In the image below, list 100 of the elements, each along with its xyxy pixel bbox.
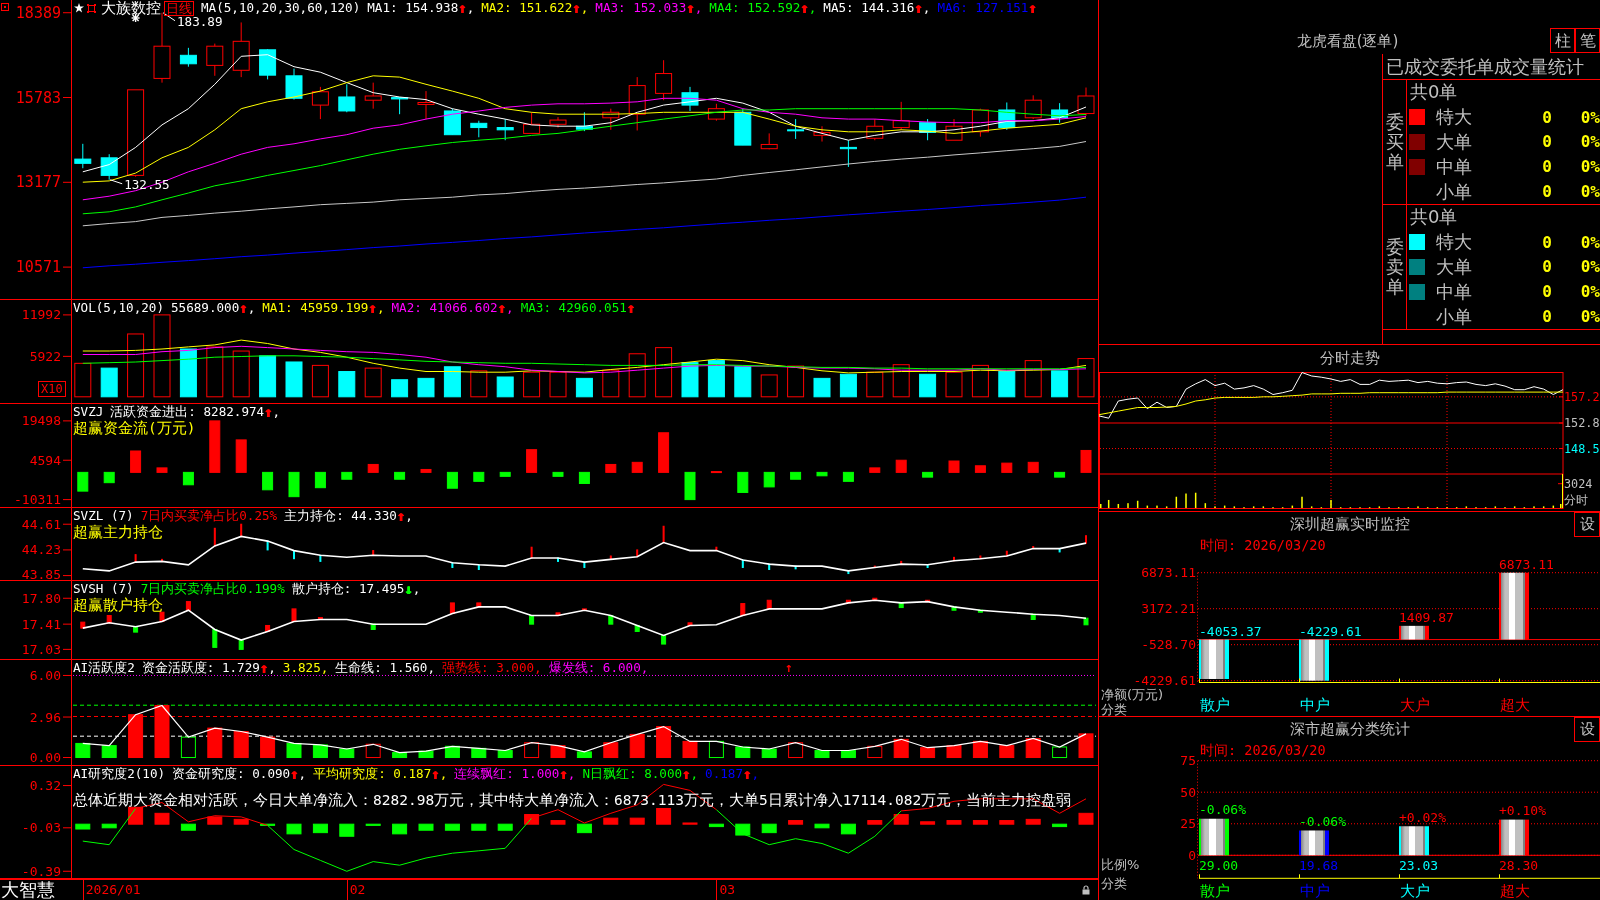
separator: ,	[247, 300, 256, 316]
indicator-text: MA(5,10,20,30,60,120)	[201, 0, 361, 16]
order-count: 0	[1541, 182, 1553, 202]
date-label: 2026/01	[82, 880, 141, 900]
axis-label: 17.41	[21, 616, 61, 632]
separator: ,	[694, 0, 703, 16]
order-count: 0	[1541, 257, 1553, 277]
indicator-note: 超赢资金流(万元)	[73, 420, 196, 436]
indicator-text: MA2: 151.622	[481, 0, 573, 16]
axis-label: 17.80	[21, 590, 61, 606]
total-count: 共0单	[1409, 80, 1459, 105]
separator: ,	[466, 0, 475, 16]
indicator-text: 0.187	[705, 766, 744, 782]
value-label: -4229.61	[1299, 624, 1362, 640]
order-share: 0%	[1579, 307, 1600, 327]
indicator-text: VOL(5,10,20)	[73, 300, 164, 316]
order-share: 0%	[1579, 232, 1600, 252]
separator: ,	[808, 0, 817, 16]
trend-arrow: ↑	[686, 0, 695, 16]
indicator-text: AI活跃度2	[73, 660, 135, 676]
order-size-label: 大单	[1436, 255, 1473, 279]
section-label: 委买单	[1385, 112, 1404, 172]
axis-label: 5922	[29, 348, 61, 364]
axis-label: 0.00	[29, 750, 61, 765]
price-annotation: 183.89	[177, 14, 223, 30]
unit-label: X10	[38, 381, 66, 397]
indicator-text: 资金活跃度: 1.729	[141, 660, 260, 676]
total-count: 共0单	[1409, 205, 1459, 230]
separator: ,	[567, 766, 576, 782]
trend-arrow: ↑	[914, 0, 923, 16]
axis-label: -10311	[14, 492, 61, 508]
axis-label: 3024	[1564, 476, 1593, 491]
category-label: 中户	[1300, 882, 1330, 900]
indicator-text: AI研究度2(10)	[73, 766, 166, 782]
separator: ,	[506, 300, 514, 316]
indicator-text: MA6: 127.151	[937, 0, 1029, 16]
trend-arrow: ↑	[239, 300, 248, 316]
trend-arrow: ↑	[800, 0, 809, 16]
brand-name: 大智慧	[1, 880, 55, 900]
order-share: 0%	[1579, 257, 1600, 277]
order-size-label: 特大	[1436, 105, 1473, 130]
category-label: 大户	[1400, 882, 1430, 900]
value-label: 6873.11	[1499, 557, 1554, 573]
trend-arrow: ↑	[572, 0, 581, 16]
axis-label: 4594	[29, 452, 61, 468]
trend-arrow: ↑	[497, 300, 507, 316]
axis-label: -0.03	[21, 820, 61, 836]
category-label: 超大	[1500, 696, 1530, 714]
separator: ,	[412, 581, 421, 597]
change-label: -0.06%	[1199, 802, 1246, 818]
separator: ,	[922, 0, 931, 16]
indicator-text: MA3: 42960.051	[520, 300, 627, 316]
indicator-text: 散户持仓: 17.495	[291, 581, 405, 597]
indicator-text: MA4: 152.592	[709, 0, 801, 16]
order-size-label: 中单	[1436, 154, 1473, 179]
axis-title: 净额(万元)	[1101, 686, 1164, 702]
category-label: 超大	[1500, 882, 1530, 900]
trend-arrow: ↑	[559, 766, 568, 782]
table-title: 已成交委托单成交量统计	[1383, 54, 1600, 80]
separator: ,	[690, 766, 699, 782]
order-share: 0%	[1579, 157, 1600, 177]
separator: ,	[751, 766, 760, 782]
indicator-text: 强势线: 3.000,	[442, 660, 542, 676]
panel-title: 龙虎看盘(逐单)	[1295, 31, 1400, 52]
trend-arrow: ↑	[290, 766, 299, 782]
axis-label: 44.61	[21, 516, 61, 532]
chart-subtitle: 时间: 2026/03/20	[1200, 537, 1326, 553]
axis-label: 17.03	[21, 641, 61, 657]
separator: ,	[298, 766, 307, 782]
chart-subtitle: 时间: 2026/03/20	[1200, 742, 1326, 758]
indicator-text: 生命线: 1.560,	[335, 660, 436, 676]
indicator-text: 连续飘红: 1.000	[454, 766, 560, 782]
axis-label: 44.23	[21, 542, 61, 558]
category-label: 大户	[1400, 696, 1430, 714]
trend-arrow: ↑	[1028, 0, 1037, 16]
order-share: 0%	[1579, 107, 1600, 127]
axis-label: 2.96	[29, 709, 61, 725]
indicator-text: 3.825,	[282, 660, 329, 676]
order-size-label: 特大	[1436, 230, 1473, 255]
indicator-text: MA2: 41066.602	[391, 300, 498, 316]
value-label: 1409.87	[1399, 610, 1454, 626]
indicator-text: MA1: 45959.199	[262, 300, 369, 316]
value-label: -4053.37	[1199, 624, 1262, 640]
indicator-text: N日飘红: 8.000	[582, 766, 683, 782]
separator: ,	[268, 660, 276, 676]
separator: ,	[439, 766, 448, 782]
order-count: 0	[1541, 132, 1553, 152]
trend-arrow: ↑	[264, 404, 273, 420]
axis-label: 13177	[15, 173, 61, 192]
axis-label: 18389	[15, 3, 61, 22]
indicator-text: 7日内买卖净占比0.199%	[140, 581, 285, 597]
trend-arrow: ↑	[458, 0, 467, 16]
axis-title: 分时	[1564, 493, 1588, 507]
trend-arrow: ↑	[431, 766, 440, 782]
axis-label: 43.85	[21, 566, 61, 581]
indicator-text: 平均研究度: 0.187	[313, 766, 432, 782]
order-count: 0	[1541, 307, 1553, 327]
panel-title: 深市超赢分类统计	[1288, 720, 1411, 739]
axis-label: 75	[1180, 753, 1196, 769]
separator: ,	[376, 300, 385, 316]
